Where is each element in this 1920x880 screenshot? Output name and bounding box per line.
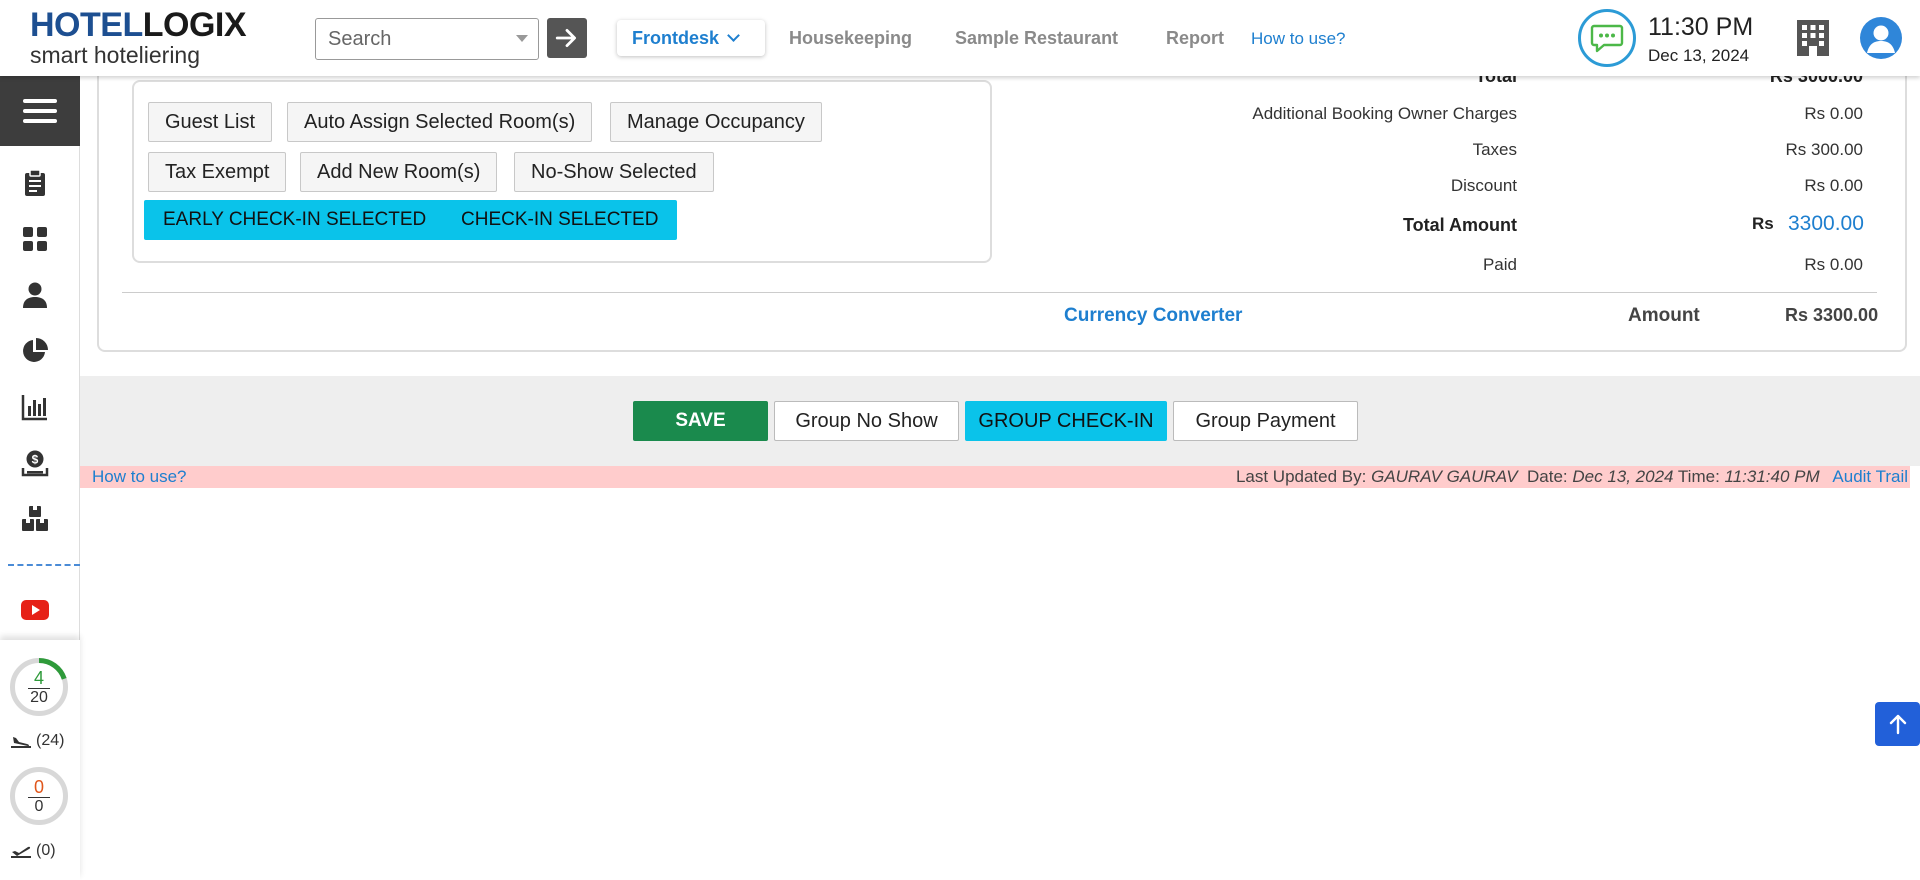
search-input[interactable]: [316, 19, 506, 59]
amount-label: Amount: [1628, 305, 1700, 326]
manage-occupancy-button[interactable]: Manage Occupancy: [610, 102, 822, 142]
plane-landing-icon: [11, 737, 31, 748]
paid-value: Rs 0.00: [1804, 255, 1863, 274]
logo-tagline: smart hoteliering: [30, 42, 201, 68]
save-button[interactable]: SAVE: [633, 401, 768, 441]
audit-info: Last Updated By: GAURAV GAURAV Date: Dec…: [1236, 467, 1908, 487]
arrow-right-icon: [555, 29, 576, 47]
menu-icon[interactable]: [0, 76, 80, 146]
plane-takeoff-icon: [11, 846, 31, 858]
updated-by-value: GAURAV GAURAV: [1371, 467, 1518, 486]
nav-sample-restaurant[interactable]: Sample Restaurant: [955, 28, 1118, 49]
clipboard-icon[interactable]: [20, 168, 50, 198]
group-payment-button[interactable]: Group Payment: [1173, 401, 1358, 441]
inventory-boxes-icon[interactable]: [20, 504, 50, 534]
clock-time: 11:30 PM: [1648, 13, 1754, 41]
total-amount-currency: Rs: [1752, 214, 1774, 233]
taxes-label: Taxes: [1472, 140, 1517, 159]
logo-wordmark: HOTELLOGIX: [30, 6, 247, 44]
audit-date-label: Date:: [1526, 467, 1568, 486]
audit-time-label: Time:: [1677, 467, 1720, 486]
chevron-down-icon[interactable]: [516, 35, 528, 42]
user-avatar-icon[interactable]: [1860, 17, 1902, 59]
bar-chart-icon[interactable]: [20, 392, 50, 422]
nav-how-to-use-link[interactable]: How to use?: [1251, 29, 1346, 49]
sidebar: $ 4 20 (24) 0 0 (0): [0, 76, 80, 880]
checkin-selected-button[interactable]: CHECK-IN SELECTED: [442, 200, 678, 240]
audit-trail-link[interactable]: Audit Trail: [1832, 467, 1908, 486]
svg-text:$: $: [32, 453, 39, 467]
clock-date: Dec 13, 2024: [1648, 46, 1750, 65]
chat-bubble-icon: [1590, 24, 1624, 53]
audit-bar: How to use? Last Updated By: GAURAV GAUR…: [80, 466, 1910, 488]
arrivals-count[interactable]: (24): [10, 732, 64, 750]
search-box[interactable]: [315, 18, 539, 60]
arrivals-count-value: (24): [36, 732, 65, 749]
early-checkin-selected-button[interactable]: EARLY CHECK-IN SELECTED: [144, 200, 446, 240]
dashboard-icon[interactable]: [20, 224, 50, 254]
hotelogix-logo[interactable]: HOTELLOGIX smart hoteliering: [30, 6, 247, 68]
total-amount-value[interactable]: 3300.00: [1788, 212, 1864, 236]
nav-housekeeping[interactable]: Housekeeping: [789, 28, 912, 49]
nav-report[interactable]: Report: [1166, 28, 1224, 49]
taxes-value: Rs 300.00: [1785, 140, 1864, 159]
occupancy-widget: 4 20 (24) 0 0 (0): [0, 640, 80, 880]
scroll-to-top-button[interactable]: [1875, 702, 1920, 746]
sidebar-divider: [8, 564, 80, 566]
audit-date-value: Dec 13, 2024: [1572, 467, 1674, 486]
no-show-selected-button[interactable]: No-Show Selected: [514, 152, 714, 192]
hotel-building-icon[interactable]: [1793, 18, 1833, 63]
departures-count[interactable]: (0): [10, 842, 56, 860]
amount-value: Rs 3300.00: [1785, 305, 1879, 325]
discount-value: Rs 0.00: [1804, 176, 1863, 195]
total-amount-label: Total Amount: [1403, 215, 1517, 235]
tax-exempt-button[interactable]: Tax Exempt: [148, 152, 287, 192]
auto-assign-rooms-button[interactable]: Auto Assign Selected Room(s): [287, 102, 593, 142]
departures-done: 0: [33, 777, 44, 797]
nav-frontdesk-label: Frontdesk: [632, 27, 720, 48]
guest-list-button[interactable]: Guest List: [148, 102, 273, 142]
group-no-show-button[interactable]: Group No Show: [774, 401, 959, 441]
audit-time-value: 11:31:40 PM: [1724, 467, 1820, 486]
booking-owner-charges-value: Rs 0.00: [1804, 104, 1863, 123]
add-new-rooms-button[interactable]: Add New Room(s): [300, 152, 498, 192]
updated-by-label: Last Updated By:: [1235, 467, 1367, 486]
departures-count-value: (0): [36, 842, 56, 859]
arrow-up-icon: [1889, 714, 1906, 735]
top-bar: HOTELLOGIX smart hoteliering Frontdesk H…: [0, 0, 1920, 76]
search-go-button[interactable]: [547, 18, 587, 58]
group-checkin-button[interactable]: GROUP CHECK-IN: [965, 401, 1167, 441]
chat-icon[interactable]: [1578, 9, 1636, 67]
departures-total: 0: [28, 797, 50, 815]
chevron-down-icon: [727, 28, 740, 42]
youtube-icon[interactable]: [20, 595, 50, 625]
audit-how-to-use-link[interactable]: How to use?: [92, 467, 187, 487]
pie-chart-icon[interactable]: [20, 336, 50, 366]
cash-register-icon[interactable]: $: [20, 448, 50, 478]
departures-ring[interactable]: 0 0: [10, 767, 68, 825]
paid-label: Paid: [1482, 255, 1517, 274]
discount-label: Discount: [1450, 176, 1517, 195]
currency-converter-link[interactable]: Currency Converter: [1064, 305, 1242, 327]
booking-owner-charges-label: Additional Booking Owner Charges: [1252, 104, 1517, 123]
nav-frontdesk[interactable]: Frontdesk: [617, 20, 765, 56]
summary-divider: [122, 292, 1877, 293]
guest-icon[interactable]: [20, 280, 50, 310]
arrivals-progress-arc: [38, 658, 67, 680]
